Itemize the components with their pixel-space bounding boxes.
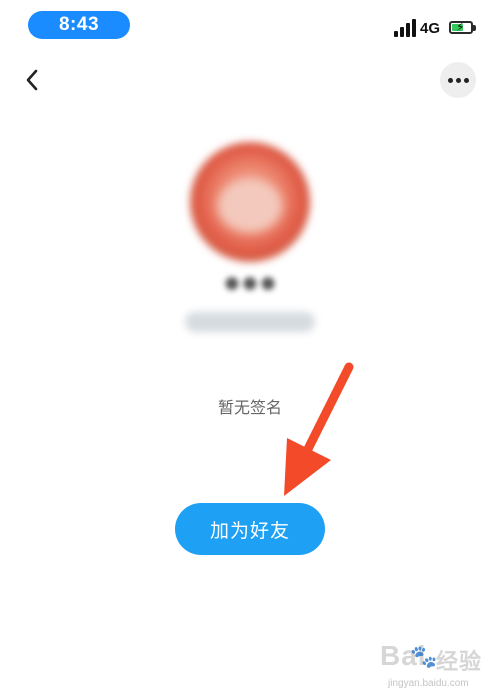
- ellipsis-icon: [447, 77, 453, 83]
- network-type: 4G: [420, 20, 441, 37]
- watermark-url: jingyan.baidu.com: [388, 678, 469, 689]
- battery-icon: ⚡: [449, 20, 473, 34]
- battery-tip: [473, 25, 476, 31]
- signature-text: 暂无签名: [217, 400, 282, 417]
- paw-icon: 🐾: [410, 644, 438, 669]
- signal-icon: [394, 19, 416, 37]
- avatar-face: [218, 180, 282, 232]
- back-button[interactable]: [18, 64, 46, 96]
- chevron-left-icon: [26, 69, 38, 91]
- watermark-brand-suffix: 经验: [436, 649, 483, 674]
- more-button[interactable]: [440, 62, 476, 98]
- baidu-watermark: Bai 🐾 经验 jingyan.baidu.com: [360, 640, 490, 696]
- status-time: 8:43: [28, 11, 130, 39]
- add-friend-button[interactable]: 加为好友: [175, 503, 325, 555]
- annotation-arrow-icon: [284, 362, 354, 496]
- nickname-blurred: ●●●: [222, 266, 278, 299]
- user-id-blurred: [185, 312, 315, 332]
